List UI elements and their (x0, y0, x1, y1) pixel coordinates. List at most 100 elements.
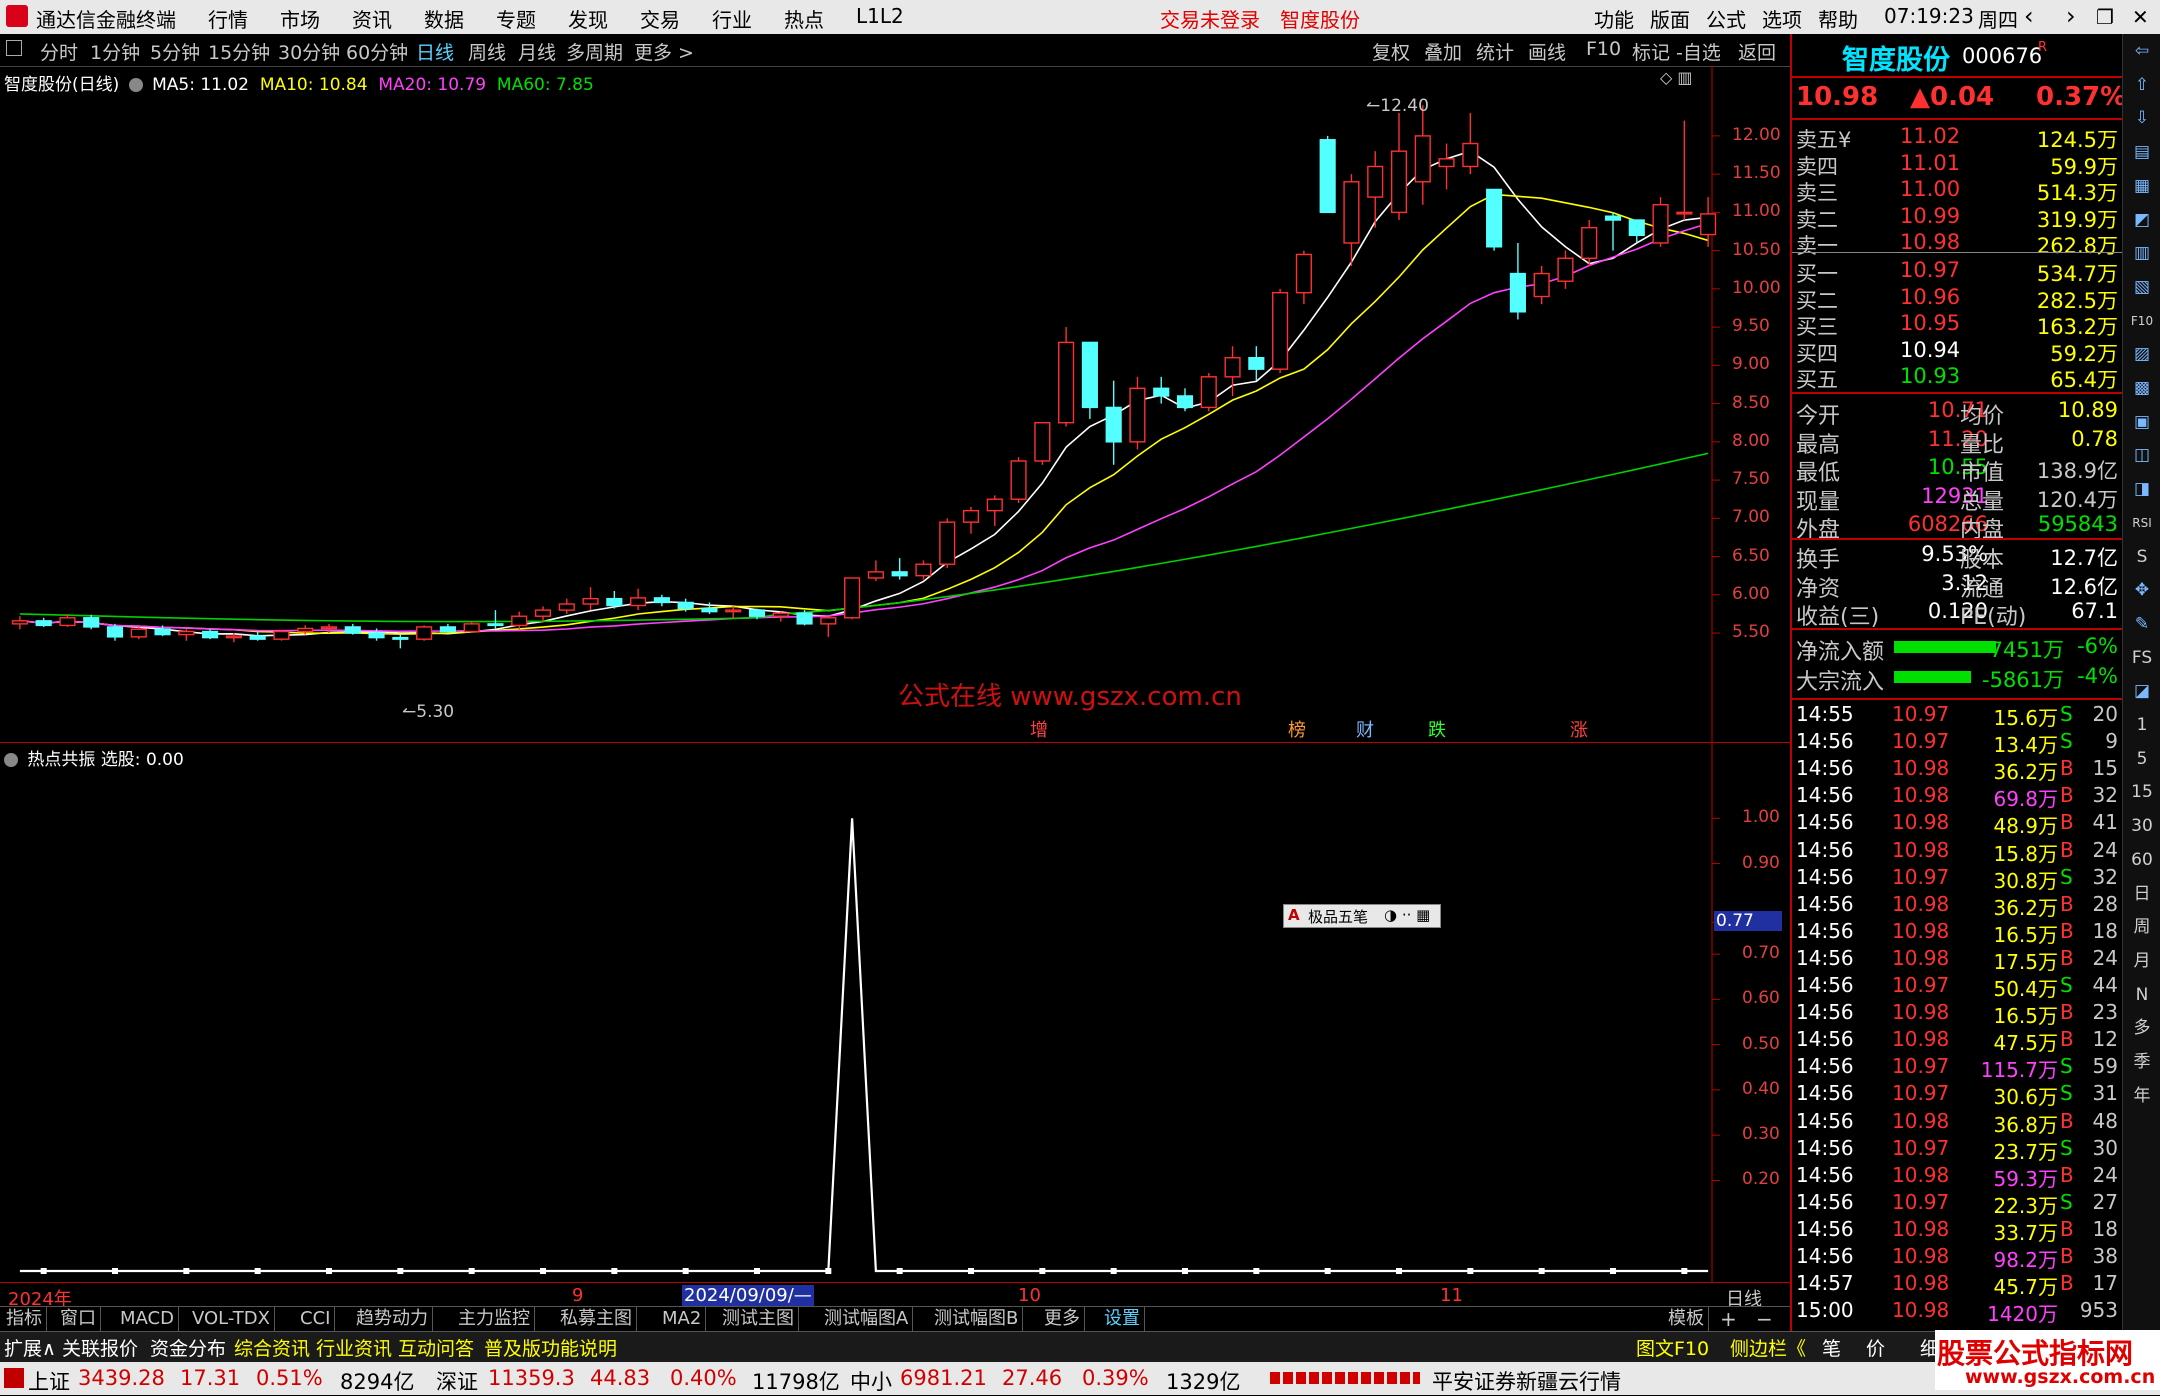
period-multi[interactable]: 多周期 (566, 38, 623, 65)
remove-tab-icon[interactable]: − (1756, 1307, 1773, 1331)
mark-button[interactable]: 标记 (1632, 38, 1670, 65)
side-tool-icon[interactable]: ◪ (2129, 678, 2155, 704)
indicator-tab[interactable]: 测试幅图B (930, 1307, 1024, 1331)
period-monthly[interactable]: 月线 (518, 38, 556, 65)
period-more[interactable]: 更多 > (634, 38, 694, 65)
bottom-tab[interactable]: 互动问答 (398, 1334, 474, 1361)
side-tool-icon[interactable]: ▧ (2129, 274, 2155, 300)
side-tool-icon[interactable]: ◫ (2129, 442, 2155, 468)
indicator-tab[interactable]: 主力监控 (454, 1307, 535, 1331)
side-tool-icon[interactable]: 60 (2129, 847, 2155, 873)
period-fenshi[interactable]: 分时 (40, 38, 78, 65)
ask-price[interactable]: 11.00 (1900, 177, 1960, 201)
bottom-tab[interactable]: 扩展∧ (4, 1334, 56, 1361)
indicator-tab[interactable]: 设置 (1100, 1307, 1145, 1331)
side-tool-icon[interactable]: ✎ (2129, 611, 2155, 637)
stats-button[interactable]: 统计 (1476, 38, 1514, 65)
menu-shuju[interactable]: 数据 (424, 4, 464, 33)
menu-hangqing[interactable]: 行情 (208, 4, 248, 33)
menu-banmian[interactable]: 版面 (1650, 4, 1690, 33)
indicator-tab[interactable]: 指标 (2, 1307, 47, 1331)
ime-moon-icon[interactable]: ◑ ·· ▦ (1384, 906, 1430, 924)
sz-name[interactable]: 深证 (436, 1366, 478, 1396)
indicator-tab[interactable]: 趋势动力 (352, 1307, 433, 1331)
indicator-svg[interactable] (0, 743, 1790, 1283)
side-tool-icon[interactable]: ⇩ (2129, 105, 2155, 131)
side-tool-icon[interactable]: ▦ (2129, 173, 2155, 199)
side-tool-icon[interactable]: ▤ (2129, 139, 2155, 165)
sh-name[interactable]: 上证 (28, 1366, 70, 1396)
indicator-tab[interactable]: 私募主图 (556, 1307, 637, 1331)
side-tool-icon[interactable]: 季 (2129, 1049, 2155, 1075)
period-30min[interactable]: 30分钟 (278, 38, 340, 65)
ask-price[interactable]: 11.01 (1900, 151, 1960, 175)
indicator-tab[interactable]: MA2 (658, 1307, 707, 1331)
side-tool-icon[interactable]: 多 (2129, 1015, 2155, 1041)
forward-icon[interactable]: › (2066, 2, 2076, 30)
side-tool-icon[interactable]: ▥ (2129, 240, 2155, 266)
overlay-button[interactable]: 叠加 (1424, 38, 1462, 65)
event-mark[interactable]: 跌 (1428, 716, 1446, 742)
side-tool-icon[interactable]: FS (2129, 645, 2155, 671)
period-1min[interactable]: 1分钟 (90, 38, 140, 65)
draw-button[interactable]: 画线 (1528, 38, 1566, 65)
side-tool-icon[interactable]: ◩ (2129, 207, 2155, 233)
ime-a-icon[interactable]: A (1288, 906, 1300, 924)
menu-faxian[interactable]: 发现 (568, 4, 608, 33)
ime-toolbar[interactable]: A 极品五笔 ◑ ·· ▦ (1283, 904, 1441, 928)
indicator-chart[interactable]: 热点共振 选股: 0.00 1.00 0.90 0.77 0.70 0.60 0.50 0.… (0, 742, 1790, 1283)
bid-price[interactable]: 10.95 (1900, 311, 1960, 335)
side-tool-icon[interactable]: N (2129, 982, 2155, 1008)
side-tool-icon[interactable]: 周 (2129, 914, 2155, 940)
side-tool-icon[interactable]: 1 (2129, 712, 2155, 738)
bottom-tab[interactable]: 关联报价 (62, 1334, 138, 1361)
indicator-tab[interactable]: CCI (296, 1307, 336, 1331)
side-tool-icon[interactable]: 5 (2129, 746, 2155, 772)
event-mark[interactable]: 财 (1356, 716, 1374, 742)
period-15min[interactable]: 15分钟 (208, 38, 270, 65)
side-tool-icon[interactable]: ✥ (2129, 577, 2155, 603)
side-tool-icon[interactable]: 月 (2129, 948, 2155, 974)
side-tool-icon[interactable]: ▣ (2129, 409, 2155, 435)
side-tab[interactable]: 笔 (1822, 1334, 1841, 1361)
side-tool-icon[interactable]: ⇦ (2129, 38, 2155, 64)
period-daily[interactable]: 日线 (416, 38, 454, 65)
ask-price[interactable]: 10.99 (1900, 204, 1960, 228)
trade-login-warning[interactable]: 交易未登录 (1160, 4, 1260, 33)
bottom-tab[interactable]: 行业资讯 (316, 1334, 392, 1361)
menu-xuanxiang[interactable]: 选项 (1762, 4, 1802, 33)
side-tool-icon[interactable]: F10 (2129, 308, 2155, 334)
menu-gongneng[interactable]: 功能 (1594, 4, 1634, 33)
side-tab[interactable]: 侧边栏《 (1730, 1334, 1806, 1361)
side-tool-icon[interactable]: RSI (2129, 510, 2155, 536)
period-weekly[interactable]: 周线 (468, 38, 506, 65)
close-icon[interactable]: ✕ (2132, 5, 2149, 29)
indicator-tab[interactable]: VOL-TDX (188, 1307, 275, 1331)
self-select-button[interactable]: -自选 (1676, 38, 1721, 65)
side-tool-icon[interactable]: ⇧ (2129, 72, 2155, 98)
side-tool-icon[interactable]: S (2129, 544, 2155, 570)
bid-price[interactable]: 10.97 (1900, 258, 1960, 282)
ask-price[interactable]: 11.02 (1900, 124, 1960, 148)
side-tab[interactable]: 价 (1866, 1334, 1885, 1361)
bid-price[interactable]: 10.94 (1900, 338, 1960, 362)
menu-gongshi[interactable]: 公式 (1706, 4, 1746, 33)
bottom-tab[interactable]: 资金分布 (150, 1334, 226, 1361)
back-icon[interactable]: ‹ (2024, 2, 2034, 30)
candle-svg[interactable] (0, 66, 1790, 742)
toolbar-toggle-icon[interactable] (6, 40, 22, 56)
indicator-tab[interactable]: 窗口 (56, 1307, 101, 1331)
f10-button[interactable]: F10 (1586, 38, 1621, 60)
server-name[interactable]: 平安证券新疆云行情 (1432, 1366, 1621, 1396)
template-tab[interactable]: 模板 (1664, 1307, 1709, 1331)
side-tool-icon[interactable]: 年 (2129, 1083, 2155, 1109)
indicator-tab[interactable]: 测试幅图A (820, 1307, 914, 1331)
period-5min[interactable]: 5分钟 (150, 38, 200, 65)
indicator-tab[interactable]: 测试主图 (718, 1307, 799, 1331)
indicator-tab[interactable]: MACD (116, 1307, 179, 1331)
main-kline-chart[interactable]: 智度股份(日线) MA5: 11.02 MA10: 10.84 MA20: 10… (0, 66, 1790, 742)
menu-bangzhu[interactable]: 帮助 (1818, 4, 1858, 33)
event-mark[interactable]: 榜 (1288, 716, 1306, 742)
menu-zhuanti[interactable]: 专题 (496, 4, 536, 33)
restore-icon[interactable]: ❐ (2096, 5, 2114, 29)
